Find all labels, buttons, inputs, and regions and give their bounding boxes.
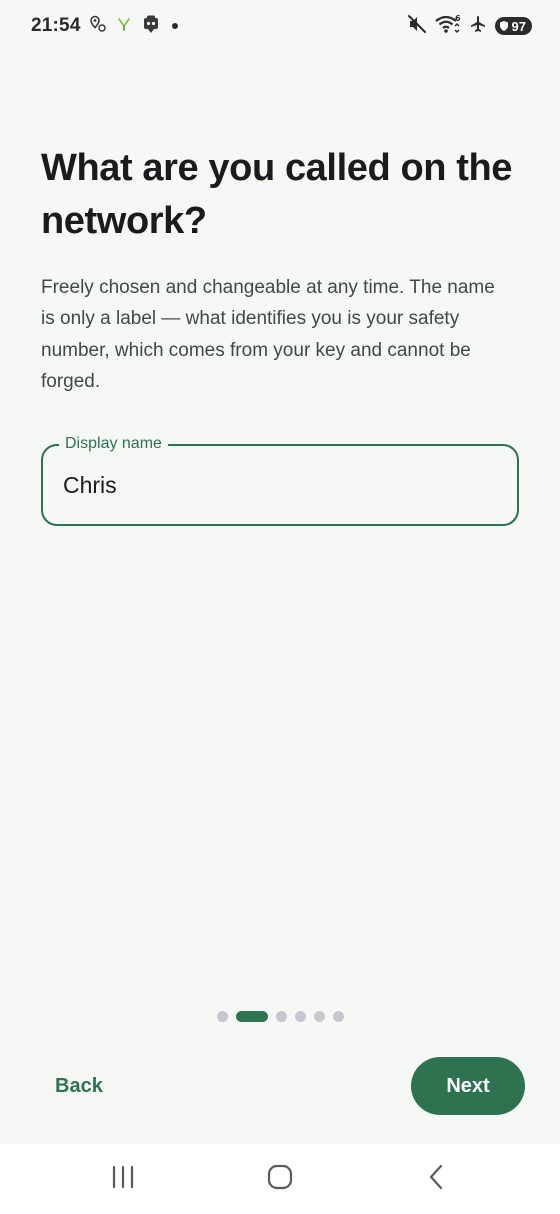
display-name-input[interactable]: Chris [63, 470, 117, 500]
vpn-icon [117, 17, 131, 36]
wifi-standard-label: 6 [455, 14, 461, 23]
page-dot [216, 1010, 228, 1022]
home-icon [267, 1164, 293, 1195]
page-dot [275, 1010, 287, 1022]
home-button[interactable] [240, 1144, 320, 1214]
page-dot [294, 1010, 306, 1022]
battery-icon: 97 [494, 17, 532, 35]
battery-level: 97 [511, 18, 526, 34]
status-notification-icons [89, 14, 179, 39]
back-button[interactable]: Back [40, 1059, 118, 1113]
display-name-label: Display name [59, 433, 168, 455]
status-time: 21:54 [31, 15, 81, 36]
page-dot-active [235, 1010, 268, 1022]
notification-dot-icon [171, 17, 179, 35]
recent-apps-icon [110, 1165, 136, 1194]
navigation-bar [0, 1144, 560, 1214]
recent-apps-button[interactable] [83, 1144, 163, 1214]
status-bar: 21:54 6 97 [0, 0, 560, 52]
back-icon [426, 1164, 448, 1195]
page-title: What are you called on the network? [41, 147, 513, 242]
maps-pin-icon [89, 15, 107, 38]
page-dot [332, 1010, 344, 1022]
airplane-icon [469, 15, 487, 38]
wifi-icon: 6 [434, 14, 461, 39]
page-description: Freely chosen and changeable at any time… [41, 277, 495, 392]
display-name-field[interactable]: Display name Chris [41, 433, 519, 526]
shield-app-icon [141, 14, 161, 39]
system-back-button[interactable] [397, 1144, 477, 1214]
page-indicator [0, 1010, 560, 1022]
next-button[interactable]: Next [411, 1057, 525, 1115]
mute-icon [407, 14, 427, 39]
status-system-icons: 6 97 [407, 14, 532, 39]
page-dot [313, 1010, 325, 1022]
